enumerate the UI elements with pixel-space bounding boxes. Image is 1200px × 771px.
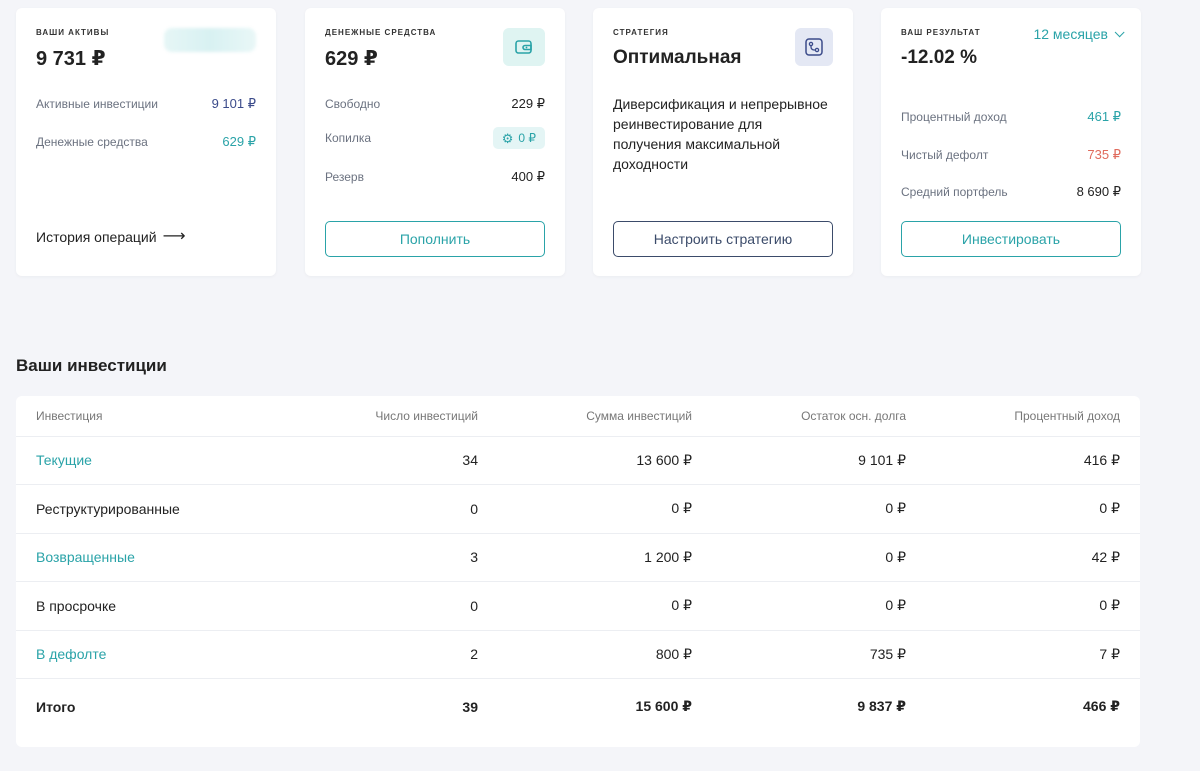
cell-count: 34: [276, 436, 498, 485]
total-sum: 15 600 ₽: [635, 698, 692, 715]
cell-remaining: 0 ₽: [712, 581, 926, 631]
cell-sum: 800 ₽: [498, 630, 712, 679]
strategy-description: Диверсификация и непрерывное реинвестиро…: [613, 96, 828, 172]
row-label: Чистый дефолт: [901, 148, 989, 162]
table-row: Возвращенные 3 1 200 ₽ 0 ₽ 42 ₽: [16, 533, 1140, 582]
investments-table: Инвестиция Число инвестиций Сумма инвест…: [16, 396, 1140, 747]
row-label: Копилка: [325, 131, 372, 145]
cell-sum: 0 ₽: [498, 581, 712, 631]
total-remaining: 9 837 ₽: [857, 698, 906, 715]
row-label: Активные инвестиции: [36, 97, 158, 111]
assets-row-active: Активные инвестиции 9 101 ₽: [36, 96, 256, 112]
history-link-label: История операций: [36, 229, 157, 245]
assets-value: 9 731 ₽: [36, 48, 106, 70]
assets-row-cash: Денежные средства 629 ₽: [36, 134, 256, 150]
kopilka-value: 0 ₽: [518, 131, 536, 145]
result-card: ВАШ РЕЗУЛЬТАТ 12 месяцев -12.02 % Процен…: [881, 8, 1141, 276]
row-value: 400 ₽: [511, 169, 545, 184]
cell-income: 416 ₽: [926, 436, 1140, 485]
row-name-link[interactable]: Возвращенные: [16, 533, 276, 582]
row-value: 229 ₽: [511, 96, 545, 111]
cell-count: 0: [276, 581, 498, 631]
result-row-default: Чистый дефолт 735 ₽: [901, 147, 1121, 163]
strategy-label: СТРАТЕГИЯ: [613, 28, 669, 37]
strategy-card: СТРАТЕГИЯ Оптимальная Диверсификация и н…: [593, 8, 853, 276]
cell-remaining: 735 ₽: [712, 630, 926, 679]
history-link[interactable]: История операций ⟶: [36, 228, 186, 246]
strategy-name: Оптимальная: [613, 47, 742, 68]
row-label: Свободно: [325, 97, 381, 111]
total-count: 39: [462, 698, 478, 715]
total-label: Итого: [36, 698, 76, 715]
strategy-icon: [795, 28, 833, 66]
row-value: 629 ₽: [222, 134, 256, 149]
cash-card: ДЕНЕЖНЫЕ СРЕДСТВА 629 ₽ Свободно 229 ₽ К…: [305, 8, 565, 276]
cell-count: 0: [276, 484, 498, 534]
row-label: Денежные средства: [36, 135, 148, 149]
table-row: Реструктурированные 0 0 ₽ 0 ₽ 0 ₽: [16, 484, 1140, 534]
table-row: Текущие 34 13 600 ₽ 9 101 ₽ 416 ₽: [16, 436, 1140, 485]
table-header-row: Инвестиция Число инвестиций Сумма инвест…: [16, 396, 1140, 437]
row-value: 9 101 ₽: [211, 96, 256, 111]
header-sum: Сумма инвестиций: [498, 396, 712, 437]
row-label: Резерв: [325, 170, 364, 184]
cash-row-free: Свободно 229 ₽: [325, 96, 545, 112]
blurred-info: [164, 28, 256, 52]
cash-value: 629 ₽: [325, 48, 378, 70]
wallet-icon: [503, 28, 545, 66]
kopilka-badge[interactable]: ⚙ 0 ₽: [492, 127, 545, 149]
result-row-interest: Процентный доход 461 ₽: [901, 109, 1121, 125]
table-row: В дефолте 2 800 ₽ 735 ₽ 7 ₽: [16, 630, 1140, 679]
row-label: Процентный доход: [901, 110, 1007, 124]
row-value: 461 ₽: [1087, 109, 1121, 124]
cell-remaining: 0 ₽: [712, 484, 926, 534]
row-value: 8 690 ₽: [1076, 184, 1121, 199]
header-income: Процентный доход: [926, 396, 1140, 437]
row-name: В просрочке: [16, 581, 276, 631]
assets-card: ВАШИ АКТИВЫ 9 731 ₽ Активные инвестиции …: [16, 8, 276, 276]
cash-row-reserve: Резерв 400 ₽: [325, 169, 545, 185]
cell-sum: 0 ₽: [498, 484, 712, 534]
header-count: Число инвестиций: [276, 396, 498, 437]
period-select-value: 12 месяцев: [1033, 26, 1108, 42]
table-total-row: Итого 39 15 600 ₽ 9 837 ₽ 466 ₽: [16, 679, 1140, 735]
cash-row-kopilka: Копилка ⚙ 0 ₽: [325, 127, 545, 149]
invest-button[interactable]: Инвестировать: [901, 221, 1121, 257]
assets-label: ВАШИ АКТИВЫ: [36, 28, 110, 37]
arrow-right-icon: ⟶: [162, 228, 186, 245]
cell-count: 2: [276, 630, 498, 679]
cash-label: ДЕНЕЖНЫЕ СРЕДСТВА: [325, 28, 437, 37]
cell-count: 3: [276, 533, 498, 582]
cell-income: 42 ₽: [926, 533, 1140, 582]
row-name-link[interactable]: В дефолте: [16, 630, 276, 679]
table-row: В просрочке 0 0 ₽ 0 ₽ 0 ₽: [16, 581, 1140, 631]
result-row-portfolio: Средний портфель 8 690 ₽: [901, 184, 1121, 200]
cell-income: 0 ₽: [926, 581, 1140, 631]
gear-icon: ⚙: [501, 130, 514, 146]
row-label: Средний портфель: [901, 185, 1008, 199]
chevron-down-icon: [1114, 26, 1125, 37]
cell-remaining: 9 101 ₽: [712, 436, 926, 485]
cell-income: 0 ₽: [926, 484, 1140, 534]
row-value: 735 ₽: [1087, 147, 1121, 162]
result-label: ВАШ РЕЗУЛЬТАТ: [901, 28, 981, 37]
result-value: -12.02 %: [901, 47, 978, 68]
header-investment: Инвестиция: [16, 396, 276, 437]
total-income: 466 ₽: [1083, 698, 1120, 715]
header-remaining: Остаток осн. долга: [712, 396, 926, 437]
row-name-link[interactable]: Текущие: [16, 436, 276, 485]
period-select[interactable]: 12 месяцев: [1033, 26, 1125, 42]
cell-sum: 1 200 ₽: [498, 533, 712, 582]
cell-sum: 13 600 ₽: [498, 436, 712, 485]
cell-remaining: 0 ₽: [712, 533, 926, 582]
configure-strategy-button[interactable]: Настроить стратегию: [613, 221, 833, 257]
top-up-button[interactable]: Пополнить: [325, 221, 545, 257]
row-name: Реструктурированные: [16, 484, 276, 534]
cell-income: 7 ₽: [926, 630, 1140, 679]
investments-title: Ваши инвестиции: [16, 356, 167, 375]
